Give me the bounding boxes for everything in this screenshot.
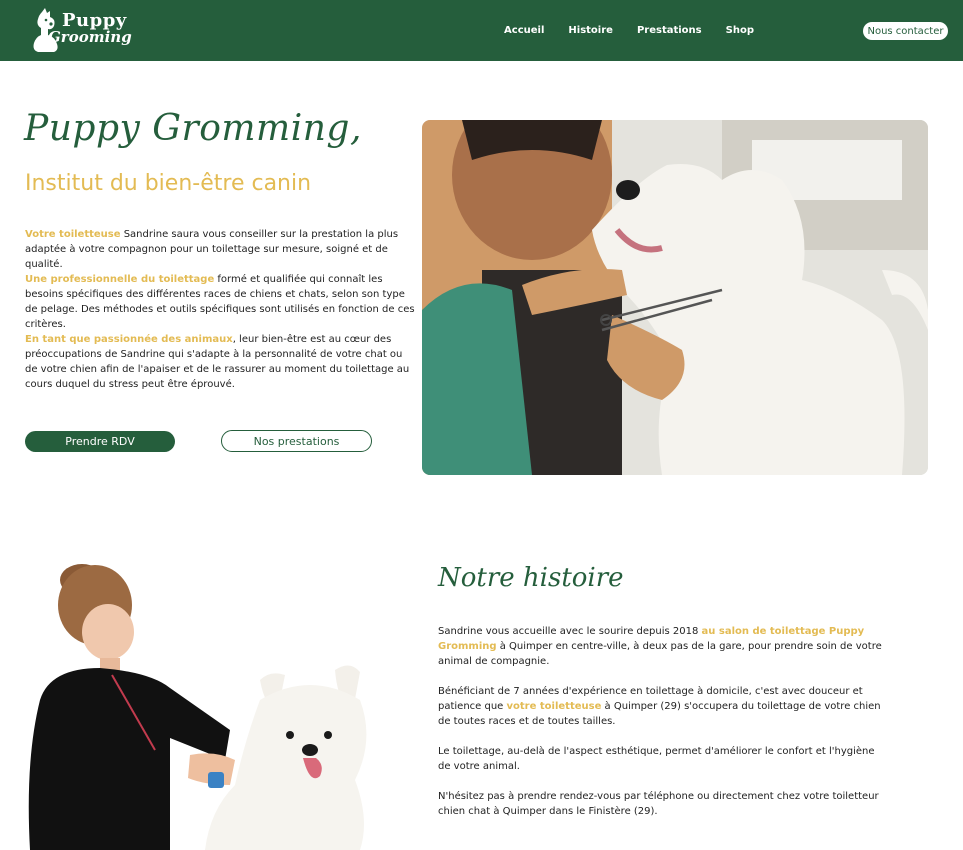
- hero-paragraph-2: Une professionnelle du toilettage formé …: [25, 272, 415, 332]
- story-paragraph-3: Le toilettage, au-delà de l'aspect esthé…: [438, 746, 875, 772]
- highlight-text: En tant que passionnée des animaux: [25, 334, 233, 345]
- contact-button[interactable]: Nous contacter: [863, 22, 948, 40]
- brand-logo[interactable]: Puppy Grooming: [30, 6, 132, 56]
- hero-subtitle: Institut du bien-être canin: [25, 171, 312, 196]
- book-appointment-button[interactable]: Prendre RDV: [25, 431, 175, 452]
- hero-paragraph-1: Votre toiletteuse Sandrine saura vous co…: [25, 227, 415, 272]
- nav-shop[interactable]: Shop: [726, 25, 754, 36]
- top-navbar: Puppy Grooming Accueil Histoire Prestati…: [0, 0, 963, 61]
- services-button[interactable]: Nos prestations: [221, 430, 372, 452]
- grooming-photo: [422, 120, 928, 475]
- story-title: Notre histoire: [438, 563, 624, 593]
- paragraph-text: Sandrine vous accueille avec le sourire …: [438, 626, 702, 637]
- hero-title: Puppy Gromming,: [24, 108, 362, 149]
- groomer-trimming-dog-image: [422, 120, 928, 475]
- highlight-text: Une professionnelle du toilettage: [25, 274, 215, 285]
- hero-paragraph-3: En tant que passionnée des animaux, leur…: [25, 332, 415, 392]
- groomer-brushing-dog-image: [28, 564, 367, 850]
- story-paragraph-2: Bénéficiant de 7 années d'expérience en …: [438, 684, 888, 729]
- nav-histoire[interactable]: Histoire: [568, 25, 613, 36]
- main-menu: Accueil Histoire Prestations Shop: [480, 25, 754, 36]
- story-paragraph-1: Sandrine vous accueille avec le sourire …: [438, 624, 888, 669]
- nav-accueil[interactable]: Accueil: [504, 25, 544, 36]
- story-paragraph-4: N'hésitez pas à prendre rendez-vous par …: [438, 791, 879, 817]
- nav-prestations[interactable]: Prestations: [637, 25, 702, 36]
- brand-name-bottom: Grooming: [48, 28, 132, 46]
- highlight-text: Votre toiletteuse: [25, 229, 121, 240]
- groomer-portrait-photo: [20, 560, 380, 850]
- paragraph-text: à Quimper en centre-ville, à deux pas de…: [438, 641, 882, 667]
- highlight-text: votre toiletteuse: [506, 701, 602, 712]
